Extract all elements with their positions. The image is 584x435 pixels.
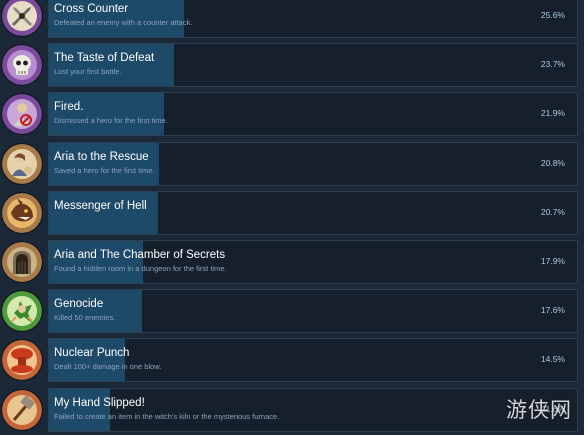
achievement-row[interactable]: The Taste of Defeat Lost your first battl…	[0, 43, 584, 88]
achievement-title: Aria to the Rescue	[54, 150, 149, 163]
achievement-panel: Messenger of Hell 20.7%	[48, 190, 578, 235]
unlock-progress-bar	[49, 44, 174, 87]
unlock-progress-bar	[49, 142, 159, 185]
crossed-swords-icon	[2, 0, 42, 36]
unlock-percentage: 25.6%	[540, 10, 565, 20]
goblin-icon	[2, 291, 42, 332]
achievement-row[interactable]: Aria to the Rescue Saved a hero for the f…	[0, 141, 584, 186]
dungeon-door-icon	[2, 242, 42, 282]
achievement-panel: The Taste of Defeat Lost your first battl…	[48, 43, 578, 88]
unlock-progress-bar	[49, 290, 142, 333]
achievement-description: Found a hidden room in a dungeon for the…	[54, 264, 227, 273]
achievement-row[interactable]: Messenger of Hell 20.7%	[0, 190, 584, 235]
achievement-description: Dismissed a hero for the first time.	[54, 116, 168, 126]
achievement-panel: Aria to the Rescue Saved a hero for the f…	[48, 141, 578, 186]
achievement-row[interactable]: Genocide Killed 50 enemies. 17.6%	[0, 289, 584, 334]
achievement-title: Genocide	[54, 298, 104, 311]
unlock-percentage: 23.7%	[540, 59, 565, 70]
achievement-description: Failed to create an item in the witch's …	[54, 411, 280, 421]
unlock-progress-bar	[49, 339, 126, 382]
achievement-title: Fired.	[54, 101, 84, 114]
achievement-title: The Taste of Defeat	[54, 52, 155, 65]
hammer-icon	[2, 389, 42, 430]
achievement-title: Aria and The Chamber of Secrets	[54, 249, 226, 261]
achievement-row[interactable]: Fired. Dismissed a hero for the first tim…	[0, 92, 584, 137]
achievement-panel: Nuclear Punch Dealt 100+ damage in one bl…	[48, 338, 578, 383]
unlock-progress-bar	[49, 241, 144, 283]
unlock-progress-bar	[49, 388, 111, 431]
achievement-description: Killed 50 enemies.	[54, 313, 116, 323]
achievement-row[interactable]: Aria and The Chamber of Secrets Found a h…	[0, 240, 584, 284]
achievement-panel: My Hand Slipped! Failed to create an item…	[48, 387, 578, 432]
achievement-description: Dealt 100+ damage in one blow.	[54, 362, 162, 372]
unlock-progress-bar	[49, 191, 159, 234]
unlock-percentage: 20.8%	[540, 157, 565, 168]
achievement-description: Lost your first battle.	[54, 67, 122, 77]
unlock-percentage: 20.7%	[540, 206, 565, 217]
watermark-text: 游侠网	[506, 398, 572, 422]
rescue-hero-icon	[2, 143, 42, 184]
achievement-title: Messenger of Hell	[54, 199, 147, 212]
unlock-progress-bar	[49, 93, 165, 136]
achievement-title: Nuclear Punch	[54, 347, 130, 360]
achievement-row[interactable]: Nuclear Punch Dealt 100+ damage in one bl…	[0, 338, 584, 383]
achievement-panel: Aria and The Chamber of Secrets Found a h…	[48, 240, 578, 284]
achievement-row[interactable]: Cross Counter Defeated an enemy with a co…	[0, 0, 584, 38]
demon-icon	[2, 192, 42, 233]
achievement-description: Saved a hero for the first time.	[54, 165, 155, 175]
skull-icon	[2, 45, 42, 86]
achievement-panel: Genocide Killed 50 enemies. 17.6%	[48, 289, 578, 334]
achievement-panel: Cross Counter Defeated an enemy with a co…	[48, 0, 578, 38]
unlock-percentage: 14.5%	[540, 354, 565, 365]
achievement-title: Cross Counter	[54, 3, 129, 15]
mushroom-cloud-icon	[2, 340, 42, 381]
dismissed-hero-icon	[2, 94, 42, 135]
unlock-percentage: 17.9%	[540, 256, 565, 266]
achievement-row[interactable]: My Hand Slipped! Failed to create an item…	[0, 387, 584, 432]
achievement-title: My Hand Slipped!	[54, 396, 145, 409]
watermark-logo: 游侠网	[503, 392, 581, 430]
achievement-panel: Fired. Dismissed a hero for the first tim…	[48, 92, 578, 137]
unlock-percentage: 21.9%	[540, 108, 565, 119]
achievement-description: Defeated an enemy with a counter attack.	[54, 18, 193, 27]
unlock-percentage: 17.6%	[540, 305, 565, 316]
